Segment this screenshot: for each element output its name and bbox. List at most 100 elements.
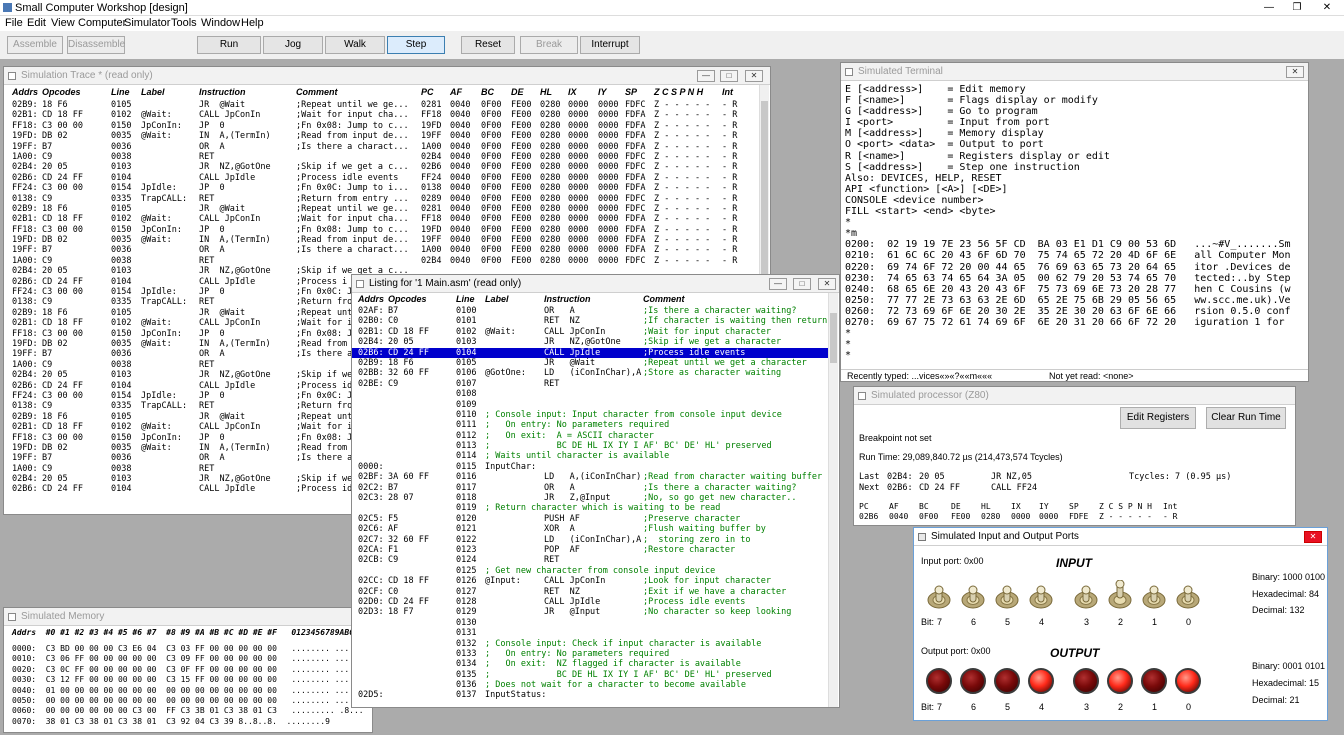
- trace-cell: 0F00: [481, 214, 502, 225]
- listing-row[interactable]: 02CC: CD 18 FF 0126 @Input: CALL JpConIn ;Loo…: [352, 576, 828, 586]
- listing-row[interactable]: 02BF: 3A 60 FF 0116 LD A,(iConInChar) ;Read …: [352, 472, 828, 482]
- listing-row[interactable]: 0109: [352, 400, 828, 410]
- menu-help[interactable]: Help: [241, 17, 264, 29]
- table-row[interactable]: FF18: C3 00 00 0150 JpConIn: JP 0 ;Fn 0x08: J…: [4, 121, 762, 131]
- jog-button[interactable]: Jog: [263, 36, 323, 54]
- menu-window[interactable]: Window: [201, 17, 240, 29]
- table-row[interactable]: 0138: C9 0335 TrapCALL: RET ;Return from entr…: [4, 194, 762, 204]
- listing-row[interactable]: 02C5: F5 0120 PUSH AF ;Preserve character: [352, 514, 828, 524]
- table-row[interactable]: FF24: C3 00 00 0154 JpIdle: JP 0 ;Fn 0x0C: Ju…: [4, 183, 762, 193]
- edit-registers-button[interactable]: Edit Registers: [1120, 407, 1196, 429]
- table-row[interactable]: FF18: C3 00 00 0150 JpConIn: JP 0 ;Fn 0x08: J…: [4, 225, 762, 235]
- listing-row[interactable]: 0132 ; Console input: Check if input char…: [352, 639, 828, 649]
- listing-row[interactable]: 02B6: CD 24 FF 0104 CALL JpIdle ;Process idl…: [352, 347, 828, 358]
- listing-row[interactable]: 0130: [352, 618, 828, 628]
- listing-row[interactable]: 02C3: 28 07 0118 JR Z,@Input ;No, so go get …: [352, 493, 828, 503]
- listing-row[interactable]: 02C7: 32 60 FF 0122 LD (iConInChar),A; stor…: [352, 535, 828, 545]
- register-name: DE: [951, 502, 961, 511]
- trace-cell: ;Is there a: [296, 349, 353, 360]
- listing-row[interactable]: 0131: [352, 628, 828, 638]
- table-row[interactable]: 02B6: CD 24 FF 0104 CALL JpIdle ;Process idl…: [4, 173, 762, 183]
- minimize-icon[interactable]: —: [769, 278, 787, 290]
- listing-row[interactable]: 02BB: 32 60 FF 0106 @GotOne: LD (iConInChar)…: [352, 368, 828, 378]
- assemble-button[interactable]: Assemble: [7, 36, 63, 54]
- listing-row[interactable]: 0111 ; On entry: No parameters required: [352, 420, 828, 430]
- clear-run-time-button[interactable]: Clear Run Time: [1206, 407, 1286, 429]
- minimize-icon[interactable]: —: [697, 70, 715, 82]
- minimize-icon[interactable]: —: [1255, 0, 1283, 16]
- table-row[interactable]: 19FD: DB 02 0035 @Wait: IN A,(TermIn) ;Read f…: [4, 131, 762, 141]
- menu-simulator[interactable]: Simulator: [124, 17, 170, 29]
- listing-row[interactable]: 02B1: CD 18 FF 0102 @Wait: CALL JpConIn ;Wait…: [352, 327, 828, 337]
- listing-row[interactable]: 0110 ; Console input: Input character fro…: [352, 410, 828, 420]
- maximize-icon[interactable]: □: [720, 70, 738, 82]
- menu-file[interactable]: File: [5, 17, 23, 29]
- listing-row[interactable]: 02CB: C9 0124 RET: [352, 555, 828, 565]
- listing-row[interactable]: 02CF: C0 0127 RET NZ ;Exit if we have a char…: [352, 587, 828, 597]
- toggle-switch-bit-5[interactable]: [994, 580, 1020, 609]
- toggle-switch-bit-3[interactable]: [1073, 580, 1099, 609]
- listing-row[interactable]: 02BE: C9 0107 RET: [352, 379, 828, 389]
- close-icon[interactable]: ✕: [745, 70, 763, 82]
- table-row[interactable]: 02B1: CD 18 FF 0102 @Wait: CALL JpConIn ;Wait…: [4, 214, 762, 224]
- listing-scrollbar[interactable]: [828, 293, 838, 707]
- listing-row[interactable]: 0136 ; Does not wait for a character to b…: [352, 680, 828, 690]
- listing-row[interactable]: 02C2: B7 0117 OR A ;Is there a character wai…: [352, 483, 828, 493]
- table-row[interactable]: 02B1: CD 18 FF 0102 @Wait: CALL JpConIn ;Wait…: [4, 110, 762, 120]
- listing-row[interactable]: 02B0: C0 0101 RET NZ ;If character is waitin…: [352, 316, 828, 326]
- menu-view[interactable]: View: [51, 17, 75, 29]
- run-button[interactable]: Run: [197, 36, 261, 54]
- listing-row[interactable]: 02B4: 20 05 0103 JR NZ,@GotOne ;Skip if we g…: [352, 337, 828, 347]
- listing-row[interactable]: 02B9: 18 F6 0105 JR @Wait ;Repeat until we g…: [352, 358, 828, 368]
- listing-row[interactable]: 02D5: 0137 InputStatus:: [352, 690, 828, 700]
- listing-row[interactable]: 02D3: 18 F7 0129 JR @Input ;No character so …: [352, 607, 828, 617]
- table-row[interactable]: 1A00: C9 0038 RET 02B4 0040 0F00 FE00 0280 0000 00…: [4, 152, 762, 162]
- menu-edit[interactable]: Edit: [27, 17, 46, 29]
- interrupt-button[interactable]: Interrupt: [580, 36, 640, 54]
- listing-row[interactable]: 0113 ; BC DE HL IX IY I AF' BC' DE' HL' p…: [352, 441, 828, 451]
- listing-row[interactable]: 0000: 0115 InputChar:: [352, 462, 828, 472]
- listing-row[interactable]: 02AF: B7 0100 OR A ;Is there a character wai…: [352, 306, 828, 316]
- listing-row[interactable]: 0135 ; BC DE HL IX IY I AF' BC' DE' HL' p…: [352, 670, 828, 680]
- toggle-switch-bit-2[interactable]: [1107, 579, 1133, 609]
- toggle-switch-bit-6[interactable]: [960, 580, 986, 609]
- close-icon[interactable]: ✕: [1286, 66, 1304, 78]
- maximize-icon[interactable]: □: [793, 278, 811, 290]
- table-row[interactable]: 02B9: 18 F6 0105 JR @Wait ;Repeat until we g…: [4, 204, 762, 214]
- toggle-switch-bit-4[interactable]: [1028, 580, 1054, 609]
- toggle-switch-bit-7[interactable]: [926, 580, 952, 609]
- toggle-switch-bit-0[interactable]: [1175, 580, 1201, 609]
- listing-row[interactable]: 0119 ; Return character which is waiting …: [352, 503, 828, 513]
- menu-computer[interactable]: Computer: [78, 17, 126, 29]
- listing-row[interactable]: 0133 ; On entry: No parameters required: [352, 649, 828, 659]
- listing-row[interactable]: 0112 ; On exit: A = ASCII character: [352, 431, 828, 441]
- table-row[interactable]: 19FD: DB 02 0035 @Wait: IN A,(TermIn) ;Read f…: [4, 235, 762, 245]
- listing-row[interactable]: 0134 ; On exit: NZ flagged if character i…: [352, 659, 828, 669]
- listing-row[interactable]: 0114 ; Waits until character is available: [352, 451, 828, 461]
- step-button[interactable]: Step: [387, 36, 445, 54]
- table-row[interactable]: 02B4: 20 05 0103 JR NZ,@GotOne ;Skip if we g…: [4, 162, 762, 172]
- table-row[interactable]: 02B9: 18 F6 0105 JR @Wait ;Repeat until we g…: [4, 100, 762, 110]
- disassemble-button[interactable]: Disassemble: [67, 36, 125, 54]
- restore-icon[interactable]: ❐: [1283, 0, 1311, 16]
- listing-row[interactable]: 0108: [352, 389, 828, 399]
- listing-row[interactable]: 02D0: CD 24 FF 0128 CALL JpIdle ;Process idl…: [352, 597, 828, 607]
- close-icon[interactable]: ✕: [1313, 0, 1341, 16]
- input-heading: INPUT: [1056, 556, 1092, 570]
- listing-row[interactable]: 02C6: AF 0121 XOR A ;Flush waiting buffer by: [352, 524, 828, 534]
- toggle-switch-bit-1[interactable]: [1141, 580, 1167, 609]
- table-row[interactable]: 19FF: B7 0036 OR A ;Is there a charact... 1A0…: [4, 245, 762, 255]
- walk-button[interactable]: Walk: [325, 36, 385, 54]
- listing-row[interactable]: 02CA: F1 0123 POP AF ;Restore character: [352, 545, 828, 555]
- break-button[interactable]: Break: [520, 36, 578, 54]
- table-row[interactable]: 19FF: B7 0036 OR A ;Is there a charact... 1A0…: [4, 142, 762, 152]
- close-icon[interactable]: ✕: [1304, 531, 1322, 543]
- close-icon[interactable]: ✕: [818, 278, 836, 290]
- bit-number: 4: [1039, 702, 1045, 712]
- trace-cell: 0F00: [481, 172, 502, 183]
- reset-button[interactable]: Reset: [461, 36, 515, 54]
- menu-tools[interactable]: Tools: [171, 17, 197, 29]
- terminal-output[interactable]: E [<address>] = Edit memory F [<name>] = …: [845, 84, 1307, 369]
- table-row[interactable]: 1A00: C9 0038 RET 02B4 0040 0F00 FE00 0280 0000 00…: [4, 256, 762, 266]
- listing-row[interactable]: 0125 ; Get new character from console inp…: [352, 566, 828, 576]
